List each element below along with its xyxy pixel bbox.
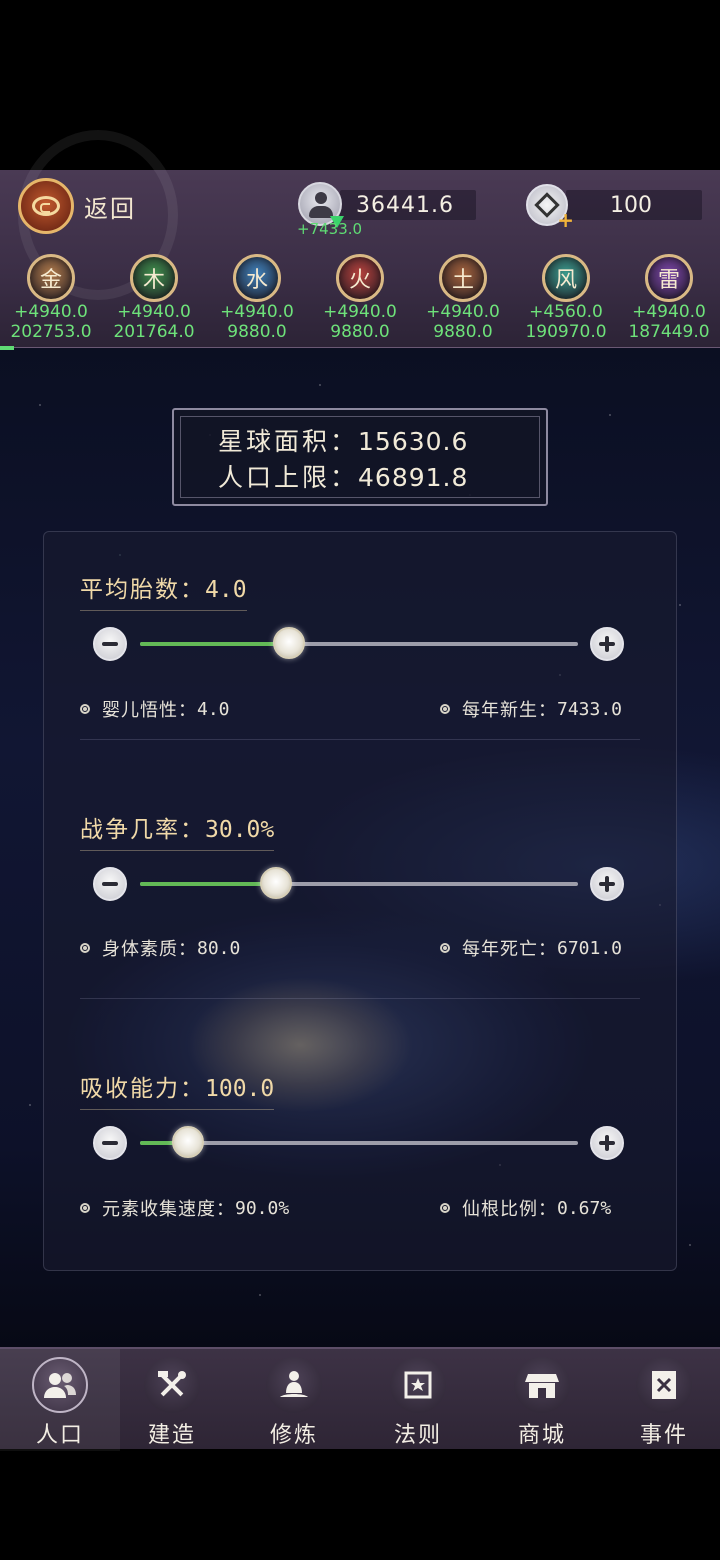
- stat-physique: 身体素质： 80.0: [80, 935, 240, 961]
- event-book-icon: [636, 1357, 692, 1413]
- section-divider: [80, 998, 640, 999]
- tab-cultivate[interactable]: 修炼: [234, 1349, 354, 1451]
- minus-icon: [102, 642, 118, 646]
- gem-value: 100: [610, 193, 652, 218]
- increase-war-chance-button[interactable]: [590, 867, 624, 901]
- minus-icon: [102, 1141, 118, 1145]
- tab-shop[interactable]: 商城: [482, 1349, 602, 1451]
- tab-build[interactable]: 建造: [112, 1349, 232, 1451]
- increase-absorption-button[interactable]: [590, 1126, 624, 1160]
- meditation-icon: [266, 1357, 322, 1413]
- section-divider: [80, 739, 640, 740]
- element-delta: +4940.0: [632, 302, 706, 322]
- element-total: 187449.0: [628, 322, 710, 342]
- element-delta: +4560.0: [529, 302, 603, 322]
- tab-population[interactable]: 人口: [0, 1349, 120, 1451]
- build-tools-icon: [144, 1357, 200, 1413]
- section-title-absorption: 吸收能力：100.0: [80, 1069, 275, 1110]
- slider-knob[interactable]: [259, 867, 292, 899]
- element-thunder: 雷 +4940.0 187449.0: [619, 254, 719, 342]
- element-water: 水 +4940.0 9880.0: [207, 254, 307, 342]
- back-label: 返回: [84, 194, 136, 223]
- element-earth: 土 +4940.0 9880.0: [413, 254, 513, 342]
- stat-spirit-root-ratio: 仙根比例： 0.67%: [440, 1195, 611, 1221]
- bullet-icon: [80, 943, 90, 953]
- fire-orb-icon: 火: [336, 254, 384, 302]
- slider-fill: [140, 882, 276, 886]
- bullet-icon: [80, 1203, 90, 1213]
- water-orb-icon: 水: [233, 254, 281, 302]
- bullet-icon: [440, 943, 450, 953]
- decrease-absorption-button[interactable]: [93, 1126, 127, 1160]
- earth-orb-icon: 土: [439, 254, 487, 302]
- element-fire: 火 +4940.0 9880.0: [310, 254, 410, 342]
- stat-yearly-deaths: 每年死亡： 6701.0: [440, 935, 622, 961]
- back-button[interactable]: 返回: [18, 176, 168, 236]
- nav-label: 建造: [147, 1423, 196, 1448]
- element-delta: +4940.0: [220, 302, 294, 322]
- slider-knob[interactable]: [272, 627, 305, 659]
- decrease-war-chance-button[interactable]: [93, 867, 127, 901]
- metal-orb-icon: 金: [27, 254, 75, 302]
- tab-events[interactable]: 事件: [604, 1349, 720, 1451]
- law-scroll-icon: [390, 1357, 446, 1413]
- people-icon: [32, 1357, 88, 1413]
- element-resources: 金 +4940.0 202753.0 木 +4940.0 201764.0 水 …: [0, 254, 720, 344]
- nav-label: 修炼: [269, 1423, 318, 1448]
- stat-element-collect-speed: 元素收集速度： 90.0%: [80, 1195, 289, 1221]
- back-icon: [18, 178, 74, 234]
- wood-orb-icon: 木: [130, 254, 178, 302]
- slider-avg-litter[interactable]: [140, 627, 578, 659]
- element-delta: +4940.0: [117, 302, 191, 322]
- slider-absorption[interactable]: [140, 1126, 578, 1158]
- element-total: 190970.0: [525, 322, 607, 342]
- slider-knob[interactable]: [172, 1126, 205, 1158]
- stat-yearly-births: 每年新生： 7433.0: [440, 696, 622, 722]
- thunder-orb-icon: 雷: [645, 254, 693, 302]
- element-total: 201764.0: [113, 322, 195, 342]
- nav-label: 人口: [35, 1423, 84, 1448]
- element-total: 9880.0: [433, 322, 493, 342]
- slider-fill: [140, 642, 289, 646]
- tab-law[interactable]: 法则: [358, 1349, 478, 1451]
- element-metal: 金 +4940.0 202753.0: [1, 254, 101, 342]
- bullet-icon: [80, 704, 90, 714]
- element-delta: +4940.0: [323, 302, 397, 322]
- loading-progress-marker: [0, 346, 14, 350]
- section-title-avg-litter: 平均胎数：4.0: [80, 570, 247, 611]
- element-total: 9880.0: [330, 322, 390, 342]
- gem-plus-icon[interactable]: +: [526, 184, 574, 232]
- nav-label: 法则: [393, 1423, 442, 1448]
- planet-population-cap: 人口上限：46891.8: [218, 463, 469, 492]
- bullet-icon: [440, 704, 450, 714]
- element-delta: +4940.0: [14, 302, 88, 322]
- element-total: 9880.0: [227, 322, 287, 342]
- increase-avg-litter-button[interactable]: [590, 627, 624, 661]
- planet-info-box: 星球面积：15630.6 人口上限：46891.8: [172, 408, 548, 506]
- element-wind: 风 +4560.0 190970.0: [516, 254, 616, 342]
- game-screen: 返回 36441.6 +7433.0 + 100 金 +4940.0 20275…: [0, 0, 720, 1560]
- stat-infant-comprehension: 婴儿悟性： 4.0: [80, 696, 230, 722]
- element-wood: 木 +4940.0 201764.0: [104, 254, 204, 342]
- section-title-war-chance: 战争几率：30.0%: [80, 810, 275, 851]
- planet-area: 星球面积：15630.6: [218, 427, 469, 456]
- wind-orb-icon: 风: [542, 254, 590, 302]
- decrease-avg-litter-button[interactable]: [93, 627, 127, 661]
- population-value: 36441.6: [356, 193, 454, 218]
- minus-icon: [102, 882, 118, 886]
- element-total: 202753.0: [10, 322, 92, 342]
- nav-label: 商城: [517, 1423, 566, 1448]
- bullet-icon: [440, 1203, 450, 1213]
- nav-label: 事件: [639, 1423, 688, 1448]
- element-delta: +4940.0: [426, 302, 500, 322]
- bottom-navigation: 人口 建造 修炼 法则 商城 事件: [0, 1347, 720, 1451]
- population-delta: +7433.0: [297, 220, 363, 238]
- slider-war-chance[interactable]: [140, 867, 578, 899]
- shop-icon: [514, 1357, 570, 1413]
